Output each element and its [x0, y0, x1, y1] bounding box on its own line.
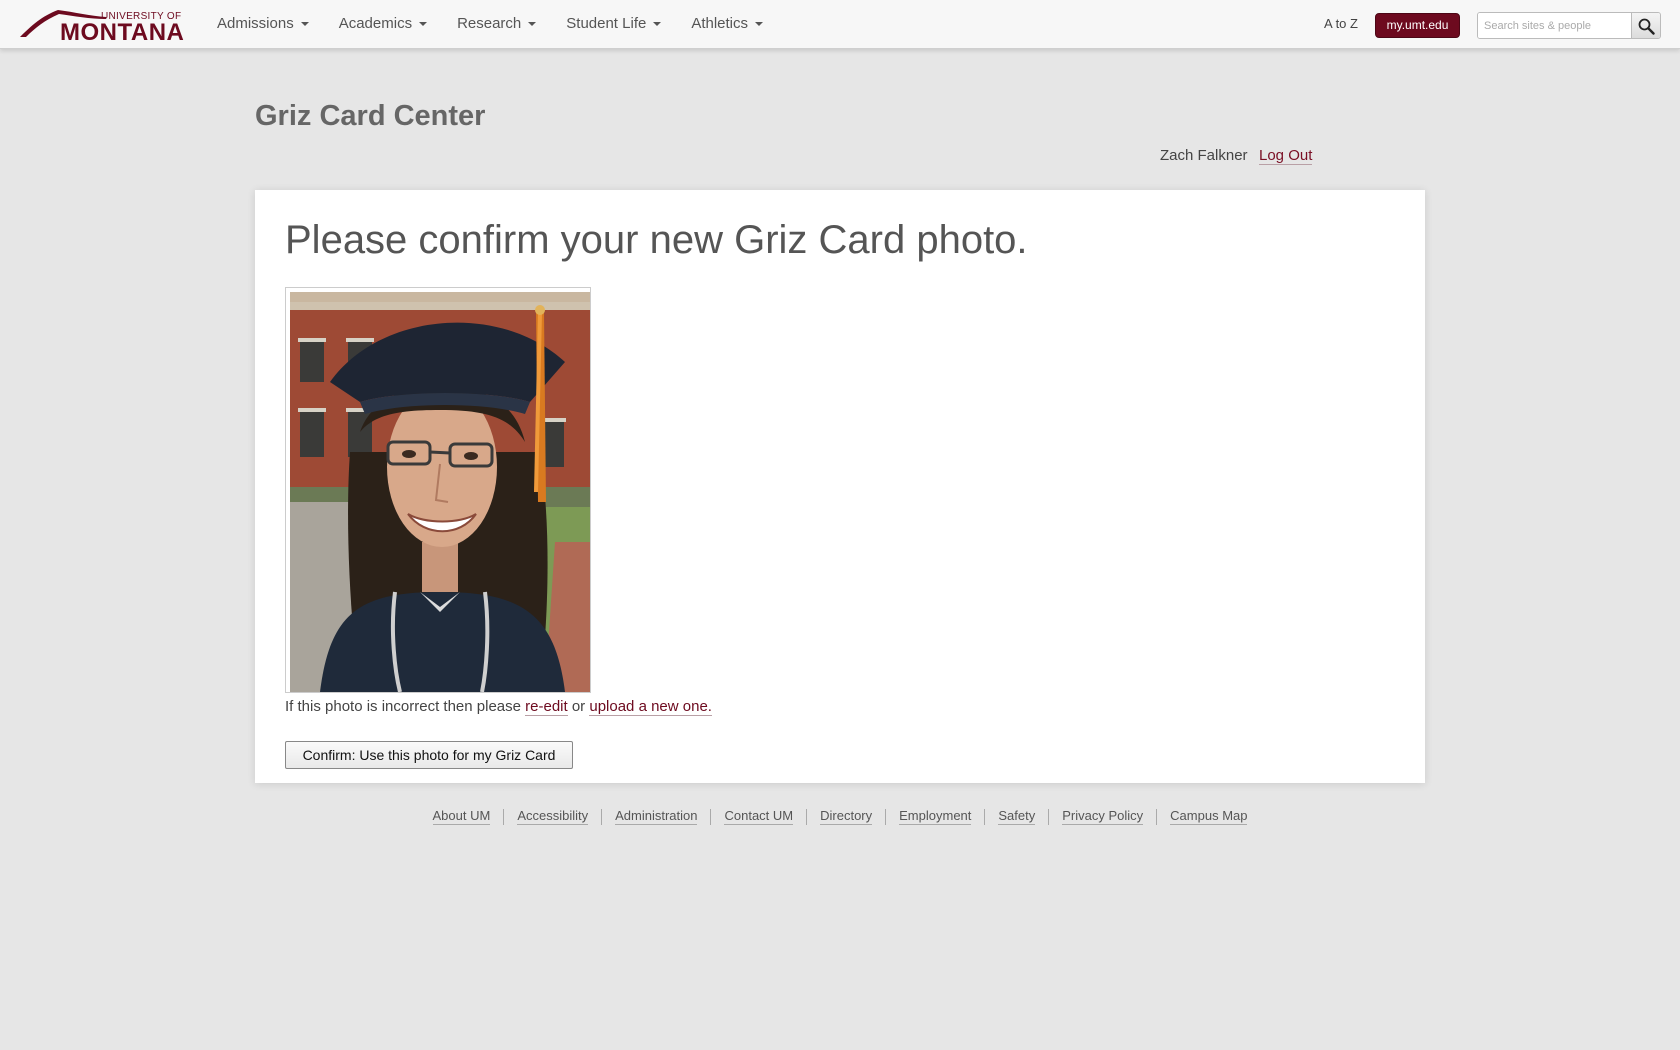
a-to-z-link[interactable]: A to Z — [1324, 16, 1358, 31]
logo-montana: MONTANA — [60, 19, 185, 46]
logout-link[interactable]: Log Out — [1259, 147, 1313, 165]
footer-separator — [806, 808, 808, 825]
main-nav: Admissions Academics Research Student Li… — [202, 0, 778, 48]
footer-link-accessibility[interactable]: Accessibility — [517, 808, 589, 825]
footer-link-employment[interactable]: Employment — [899, 808, 972, 825]
footer-separator — [601, 808, 603, 825]
footer-separator — [710, 808, 712, 825]
my-umt-button[interactable]: my.umt.edu — [1375, 13, 1460, 38]
search-button[interactable] — [1631, 13, 1660, 38]
help-prefix: If this photo is incorrect then please — [285, 698, 521, 715]
footer-link-campus-map[interactable]: Campus Map — [1170, 808, 1248, 825]
upload-new-link[interactable]: upload a new one. — [589, 698, 712, 716]
footer-link-safety[interactable]: Safety — [998, 808, 1036, 825]
footer: About UM Accessibility Administration Co… — [0, 808, 1680, 825]
nav-student-life[interactable]: Student Life — [551, 0, 676, 48]
nav-athletics-label: Athletics — [691, 15, 749, 32]
footer-separator — [503, 808, 505, 825]
top-navbar: UNIVERSITY OF MONTANA Admissions Academi… — [0, 0, 1680, 49]
nav-academics-label: Academics — [338, 15, 413, 32]
footer-separator — [1048, 808, 1050, 825]
nav-student-life-label: Student Life — [566, 15, 647, 32]
footer-link-administration[interactable]: Administration — [615, 808, 698, 825]
user-name: Zach Falkner — [1160, 147, 1248, 164]
caret-down-icon — [300, 22, 309, 27]
university-logo[interactable]: UNIVERSITY OF MONTANA — [18, 7, 186, 46]
griz-card-photo — [290, 292, 590, 692]
search-input[interactable] — [1478, 13, 1626, 38]
footer-separator — [984, 808, 986, 825]
search-icon — [1638, 18, 1655, 35]
nav-academics[interactable]: Academics — [324, 0, 442, 48]
footer-separator — [1156, 808, 1158, 825]
photo-frame — [285, 287, 591, 693]
footer-link-directory[interactable]: Directory — [820, 808, 873, 825]
content-card: Please confirm your new Griz Card photo. — [255, 190, 1425, 783]
caret-down-icon — [653, 22, 662, 27]
nav-admissions-label: Admissions — [217, 15, 294, 32]
confirm-photo-button[interactable]: Confirm: Use this photo for my Griz Card — [285, 741, 573, 769]
caret-down-icon — [419, 22, 428, 27]
caret-down-icon — [755, 22, 764, 27]
footer-links: About UM Accessibility Administration Co… — [420, 808, 1261, 825]
help-or: or — [571, 698, 586, 715]
page-title: Griz Card Center — [255, 100, 486, 132]
search-box — [1477, 12, 1661, 39]
caret-down-icon — [528, 22, 537, 27]
photo-help-text: If this photo is incorrect then please r… — [285, 698, 712, 716]
nav-admissions[interactable]: Admissions — [202, 0, 324, 48]
footer-link-privacy[interactable]: Privacy Policy — [1062, 808, 1144, 825]
footer-separator — [885, 808, 887, 825]
re-edit-link[interactable]: re-edit — [525, 698, 568, 716]
nav-athletics[interactable]: Athletics — [676, 0, 778, 48]
footer-link-contact[interactable]: Contact UM — [724, 808, 794, 825]
nav-research[interactable]: Research — [442, 0, 551, 48]
confirm-heading: Please confirm your new Griz Card photo. — [285, 218, 1028, 262]
nav-research-label: Research — [457, 15, 522, 32]
footer-link-about[interactable]: About UM — [432, 808, 491, 825]
